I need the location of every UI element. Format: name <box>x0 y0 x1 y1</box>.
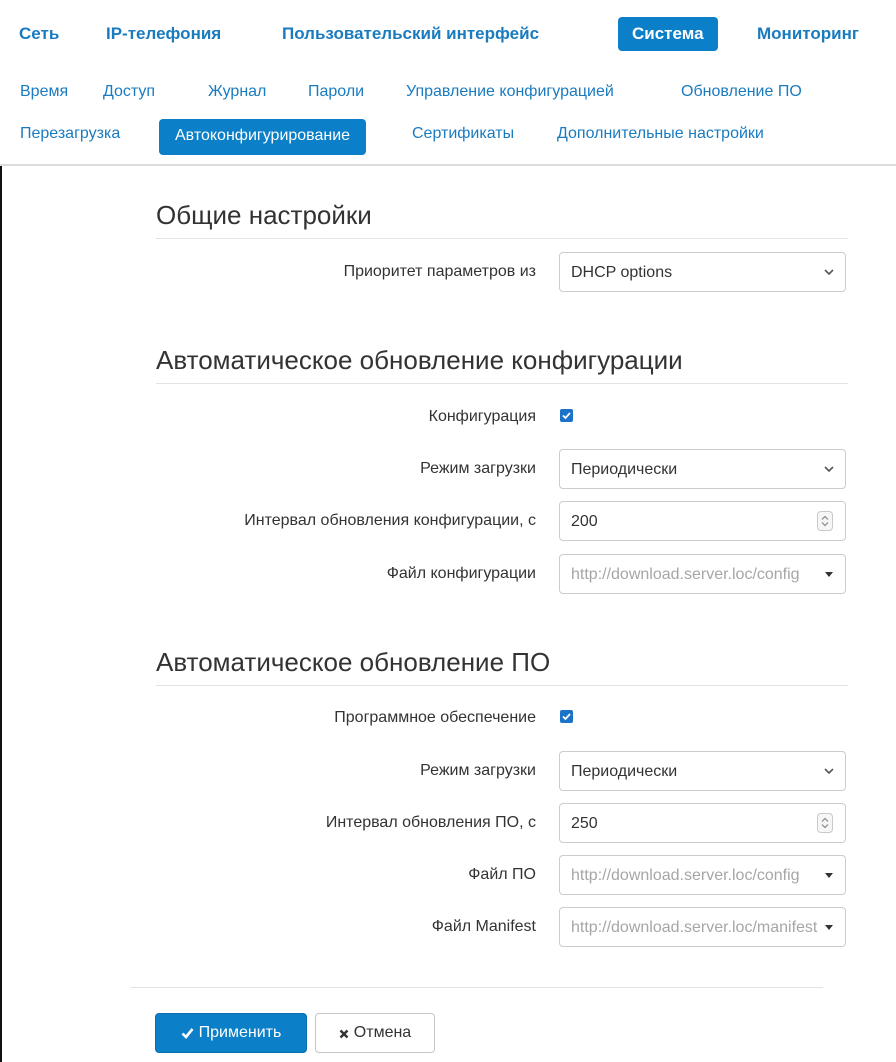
cancel-button-label: Отмена <box>353 1024 412 1041</box>
fw-mode-label: Режим загрузки <box>420 762 536 779</box>
chevron-down-icon <box>824 269 834 276</box>
fw-mode-select-value: Периодически <box>571 763 678 780</box>
content-frame-border <box>0 166 2 1062</box>
fw-interval-value: 250 <box>571 815 598 832</box>
config-file-label: Файл конфигурации <box>386 565 536 582</box>
apply-button[interactable]: Применить <box>155 1013 307 1053</box>
fw-interval-input[interactable]: 250 <box>559 803 846 843</box>
footer-divider <box>130 987 823 988</box>
fw-file-combobox[interactable]: http://download.server.loc/config <box>559 855 846 895</box>
fw-mode-select[interactable]: Периодически <box>559 751 846 791</box>
top-navigation: Сеть IP-телефония Пользовательский интер… <box>0 0 896 168</box>
priority-select-value: DHCP options <box>571 264 673 281</box>
subtab-firmware-update[interactable]: Обновление ПО <box>681 77 802 107</box>
dropdown-caret-icon[interactable] <box>825 873 833 878</box>
close-icon <box>339 1029 349 1039</box>
config-interval-label: Интервал обновления конфигурации, с <box>244 512 536 529</box>
cancel-button[interactable]: Отмена <box>315 1013 435 1053</box>
config-mode-select-value: Периодически <box>571 461 678 478</box>
section-title-general: Общие настройки <box>156 200 372 230</box>
subtab-autoconfiguration[interactable]: Автоконфигурирование <box>159 119 367 155</box>
manifest-file-combobox[interactable]: http://download.server.loc/manifest <box>559 907 846 947</box>
manifest-file-value: http://download.server.loc/manifest <box>571 919 818 936</box>
subtab-time[interactable]: Время <box>20 77 68 107</box>
checkmark-icon <box>181 1028 194 1039</box>
spinner-icon[interactable] <box>817 813 833 833</box>
chevron-down-icon <box>824 466 834 473</box>
config-file-combobox[interactable]: http://download.server.loc/config <box>559 554 846 594</box>
subtab-reboot[interactable]: Перезагрузка <box>20 119 120 149</box>
priority-select[interactable]: DHCP options <box>559 252 846 292</box>
fw-enable-checkbox[interactable] <box>560 710 573 723</box>
fw-enable-label: Программное обеспечение <box>334 709 536 726</box>
config-file-value: http://download.server.loc/config <box>571 566 800 583</box>
tab-user-interface[interactable]: Пользовательский интерфейс <box>282 17 539 51</box>
section-title-config-update: Автоматическое обновление конфигурации <box>156 345 683 375</box>
section-title-firmware-update: Автоматическое обновление ПО <box>156 647 551 677</box>
fw-interval-label: Интервал обновления ПО, с <box>325 814 536 831</box>
section-divider <box>156 238 848 239</box>
tab-ip-telephony[interactable]: IP-телефония <box>106 17 221 51</box>
config-interval-value: 200 <box>571 513 598 530</box>
subtab-advanced-settings[interactable]: Дополнительные настройки <box>557 119 764 149</box>
config-mode-select[interactable]: Периодически <box>559 449 846 489</box>
dropdown-caret-icon[interactable] <box>825 572 833 577</box>
config-mode-label: Режим загрузки <box>420 460 536 477</box>
tab-system[interactable]: Система <box>618 17 718 51</box>
fw-file-value: http://download.server.loc/config <box>571 867 800 884</box>
subtab-log[interactable]: Журнал <box>208 77 266 107</box>
apply-button-label: Применить <box>198 1024 282 1041</box>
subtab-access[interactable]: Доступ <box>103 77 155 107</box>
tab-monitoring[interactable]: Мониторинг <box>757 17 859 51</box>
checkmark-icon <box>562 412 571 420</box>
manifest-file-label: Файл Manifest <box>431 918 536 935</box>
dropdown-caret-icon[interactable] <box>825 925 833 930</box>
config-enable-checkbox[interactable] <box>560 409 573 422</box>
spinner-icon[interactable] <box>817 511 833 531</box>
config-enable-label: Конфигурация <box>428 408 536 425</box>
section-divider <box>156 383 848 384</box>
nav-divider <box>0 164 896 166</box>
priority-label: Приоритет параметров из <box>343 263 536 280</box>
subtab-config-management[interactable]: Управление конфигурацией <box>406 77 614 107</box>
checkmark-icon <box>562 713 571 721</box>
subtab-passwords[interactable]: Пароли <box>308 77 364 107</box>
fw-file-label: Файл ПО <box>468 866 536 883</box>
config-interval-input[interactable]: 200 <box>559 501 846 541</box>
section-divider <box>156 685 848 686</box>
subtab-certificates[interactable]: Сертификаты <box>412 119 514 149</box>
chevron-down-icon <box>824 768 834 775</box>
tab-network[interactable]: Сеть <box>19 17 59 51</box>
